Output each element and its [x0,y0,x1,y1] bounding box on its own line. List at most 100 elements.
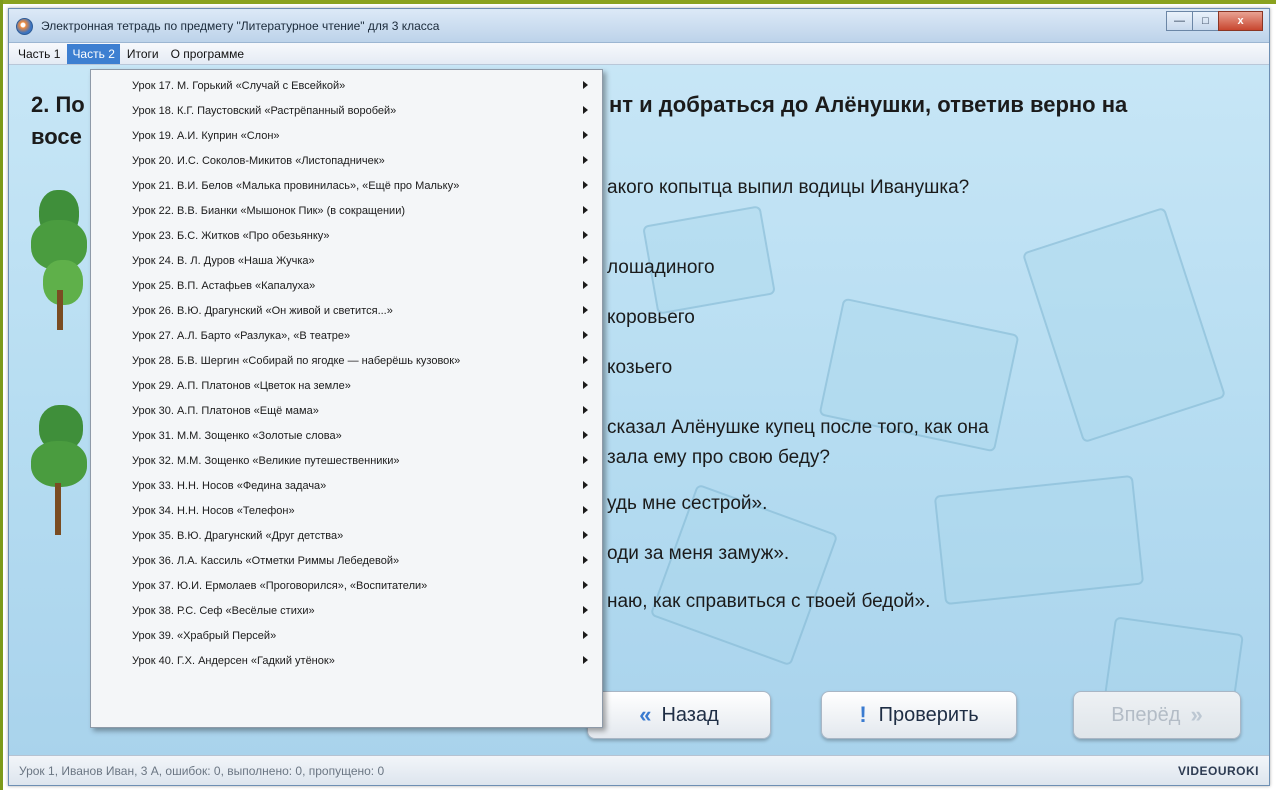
lesson-menu-item-label: Урок 34. Н.Н. Носов «Телефон» [132,504,295,517]
lesson-menu-item[interactable]: Урок 22. В.В. Бианки «Мышонок Пик» (в со… [91,198,602,223]
brand-logo: VIDEOUROKI [1177,764,1259,778]
check-button-label: Проверить [878,703,979,726]
lesson-menu-item-label: Урок 33. Н.Н. Носов «Федина задача» [132,479,327,492]
lesson-menu-item[interactable]: Урок 34. Н.Н. Носов «Телефон» [91,498,602,523]
lesson-menu-item[interactable]: Урок 33. Н.Н. Носов «Федина задача» [91,473,602,498]
lesson-menu-item[interactable]: Урок 21. В.И. Белов «Малька провинилась»… [91,173,602,198]
lesson-menu-item[interactable]: Урок 24. В. Л. Дуров «Наша Жучка» [91,248,602,273]
lesson-menu-item[interactable]: Урок 26. В.Ю. Драгунский «Он живой и све… [91,298,602,323]
menu-part-1[interactable]: Часть 1 [13,44,65,64]
status-text: Урок 1, Иванов Иван, 3 А, ошибок: 0, вып… [19,764,385,778]
exclamation-icon: ! [859,702,867,727]
window-title: Электронная тетрадь по предмету "Литерат… [41,19,440,33]
lesson-menu-item[interactable]: Урок 23. Б.С. Житков «Про обезьянку» [91,223,602,248]
triangle-right-icon [583,106,588,114]
double-chevron-right-icon: » [1190,702,1203,727]
lesson-menu-item-label: Урок 29. А.П. Платонов «Цветок на земле» [132,379,351,392]
lesson-menu-item-label: Урок 30. А.П. Платонов «Ещё мама» [132,404,319,417]
triangle-right-icon [583,81,588,89]
question-title-right: нт и добраться до Алёнушки, ответив верн… [609,92,1128,117]
answer-option[interactable]: удь мне сестрой». [607,493,767,515]
lesson-menu-item[interactable]: Урок 36. Л.А. Кассиль «Отметки Риммы Леб… [91,548,602,573]
question-title-line2: восе [31,124,82,149]
maximize-button[interactable]: □ [1192,11,1219,31]
lesson-menu-item[interactable]: Урок 27. А.Л. Барто «Разлука», «В театре… [91,323,602,348]
lesson-menu-item[interactable]: Урок 18. К.Г. Паустовский «Растрёпанный … [91,98,602,123]
answer-option[interactable]: наю, как справиться с твоей бедой». [607,591,930,613]
triangle-right-icon [583,481,588,489]
lesson-menu-item-label: Урок 26. В.Ю. Драгунский «Он живой и све… [132,304,393,317]
minimize-button[interactable]: — [1166,11,1193,31]
question-title-left: 2. По [31,92,85,117]
forward-button[interactable]: Вперёд » [1073,691,1241,739]
answer-option[interactable]: коровьего [607,307,695,329]
lesson-menu-item[interactable]: Урок 30. А.П. Платонов «Ещё мама» [91,398,602,423]
lesson-menu-item-label: Урок 31. М.М. Зощенко «Золотые слова» [132,429,342,442]
title-bar[interactable]: Электронная тетрадь по предмету "Литерат… [9,9,1269,43]
forward-button-label: Вперёд [1111,703,1181,726]
triangle-right-icon [583,231,588,239]
background-book-illustration [933,474,1145,606]
triangle-right-icon [583,131,588,139]
lesson-menu-item[interactable]: Урок 29. А.П. Платонов «Цветок на земле» [91,373,602,398]
lesson-menu-item-label: Урок 18. К.Г. Паустовский «Растрёпанный … [132,104,397,117]
triangle-right-icon [583,256,588,264]
triangle-right-icon [583,656,588,664]
triangle-right-icon [583,281,588,289]
triangle-right-icon [583,606,588,614]
answer-option[interactable]: лошадиного [607,257,715,279]
triangle-right-icon [583,531,588,539]
status-bar: Урок 1, Иванов Иван, 3 А, ошибок: 0, вып… [9,755,1269,785]
lesson-menu-item[interactable]: Урок 40. Г.Х. Андерсен «Гадкий утёнок» [91,648,602,673]
lesson-menu-item-label: Урок 36. Л.А. Кассиль «Отметки Риммы Леб… [132,554,400,567]
answer-option[interactable]: оди за меня замуж». [607,543,789,565]
left-accent-line [0,0,3,790]
lesson-menu-item[interactable]: Урок 28. Б.В. Шергин «Собирай по ягодке … [91,348,602,373]
lesson-menu-item[interactable]: Урок 17. М. Горький «Случай с Евсейкой» [91,73,602,98]
lesson-menu-item-label: Урок 25. В.П. Астафьев «Капалуха» [132,279,316,292]
menu-part-2[interactable]: Часть 2 [67,43,120,64]
lesson-menu-item-label: Урок 38. Р.С. Сеф «Весёлые стихи» [132,604,315,617]
menu-bar: Часть 1 Часть 2 Итоги О программе [9,43,1269,65]
triangle-right-icon [583,181,588,189]
answer-option[interactable]: козьего [607,357,672,379]
lesson-menu-item[interactable]: Урок 37. Ю.И. Ермолаев «Проговорился», «… [91,573,602,598]
lesson-menu-item[interactable]: Урок 32. М.М. Зощенко «Великие путешеств… [91,448,602,473]
triangle-right-icon [583,631,588,639]
triangle-right-icon [583,556,588,564]
lesson-menu-item-label: Урок 20. И.С. Соколов-Микитов «Листопадн… [132,154,385,167]
lesson-menu-item-label: Урок 23. Б.С. Житков «Про обезьянку» [132,229,330,242]
triangle-right-icon [583,156,588,164]
triangle-right-icon [583,431,588,439]
lesson-menu-item[interactable]: Урок 31. М.М. Зощенко «Золотые слова» [91,423,602,448]
triangle-right-icon [583,331,588,339]
lesson-menu-item-label: Урок 21. В.И. Белов «Малька провинилась»… [132,179,460,192]
menu-about[interactable]: О программе [166,44,249,64]
background-book-illustration [1021,206,1227,444]
lesson-menu-item-label: Урок 28. Б.В. Шергин «Собирай по ягодке … [132,354,461,367]
triangle-right-icon [583,456,588,464]
triangle-right-icon [583,506,588,514]
question-1-text: акого копытца выпил водицы Иванушка? [607,177,970,198]
tree-illustration [31,405,91,535]
top-accent-line [0,0,1276,4]
lesson-menu-item-label: Урок 40. Г.Х. Андерсен «Гадкий утёнок» [132,654,335,667]
lesson-menu-item[interactable]: Урок 35. В.Ю. Драгунский «Друг детства» [91,523,602,548]
lesson-menu-item[interactable]: Урок 38. Р.С. Сеф «Весёлые стихи» [91,598,602,623]
triangle-right-icon [583,406,588,414]
lesson-menu-item-label: Урок 27. А.Л. Барто «Разлука», «В театре… [132,329,351,342]
lesson-menu-item-label: Урок 17. М. Горький «Случай с Евсейкой» [132,79,346,92]
question-2-text-line2: зала ему про свою беду? [607,447,830,468]
double-chevron-left-icon: « [639,702,652,727]
back-button[interactable]: « Назад [587,691,771,739]
check-button[interactable]: ! Проверить [821,691,1017,739]
lesson-menu-item[interactable]: Урок 39. «Храбрый Персей» [91,623,602,648]
lesson-menu-item[interactable]: Урок 19. А.И. Куприн «Слон» [91,123,602,148]
close-button[interactable]: x [1218,11,1263,31]
window-controls: — □ x [1166,11,1263,31]
lesson-menu-item[interactable]: Урок 20. И.С. Соколов-Микитов «Листопадн… [91,148,602,173]
triangle-right-icon [583,306,588,314]
question-2-text-line1: сказал Алёнушке купец после того, как он… [607,417,989,438]
lesson-menu-item[interactable]: Урок 25. В.П. Астафьев «Капалуха» [91,273,602,298]
menu-results[interactable]: Итоги [122,44,164,64]
